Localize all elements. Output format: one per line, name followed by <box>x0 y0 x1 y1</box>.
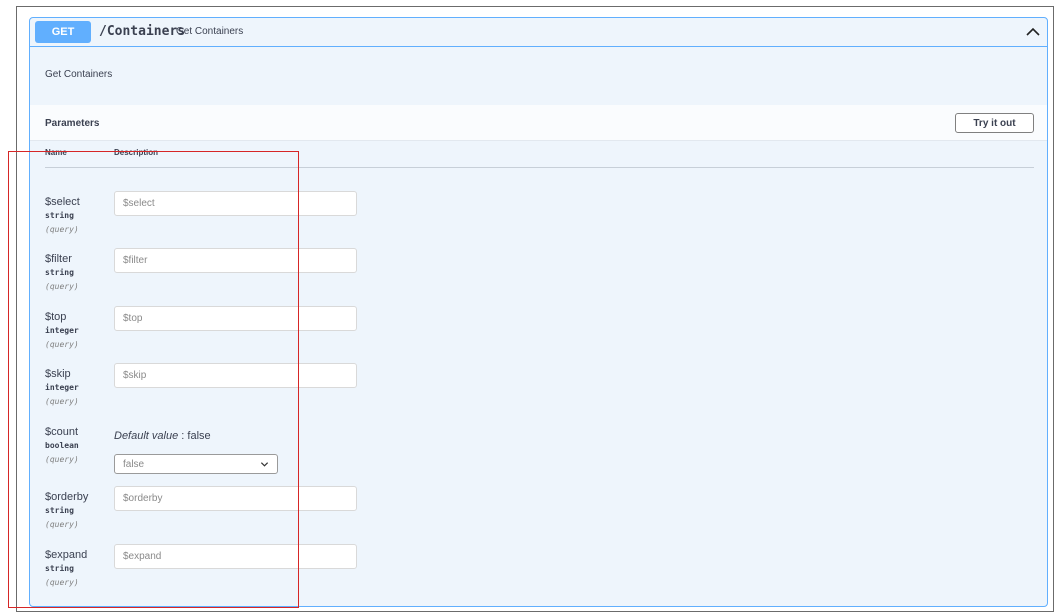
parameters-header: Parameters Try it out <box>30 105 1047 141</box>
header-divider <box>45 167 1034 168</box>
param-row-expand: $expand string (query) <box>45 544 1045 601</box>
param-row-select: $select string (query) <box>45 191 1045 248</box>
param-type: string <box>45 211 74 220</box>
default-value-label: Default value <box>114 430 179 442</box>
default-value-text: Default value : false <box>114 430 211 442</box>
param-type: boolean <box>45 441 79 450</box>
param-row-skip: $skip integer (query) <box>45 363 1045 420</box>
param-location: (query) <box>45 397 79 406</box>
param-location: (query) <box>45 520 79 529</box>
top-input[interactable] <box>114 306 357 331</box>
param-type: integer <box>45 326 79 335</box>
param-name: $orderby <box>45 491 89 503</box>
select-input[interactable] <box>114 191 357 216</box>
param-name: $top <box>45 311 67 323</box>
operation-summary[interactable]: GET /Containers Get Containers <box>30 18 1047 47</box>
param-name: $expand <box>45 549 88 561</box>
param-row-count: $count boolean (query) Default value : f… <box>45 426 1045 486</box>
chevron-up-icon[interactable] <box>1025 24 1041 40</box>
operation-description: Get Containers <box>45 69 113 80</box>
operation-path: /Containers <box>99 24 186 39</box>
expand-input[interactable] <box>114 544 357 569</box>
param-name: $select <box>45 196 80 208</box>
param-type: string <box>45 506 74 515</box>
param-type: string <box>45 564 74 573</box>
param-type: string <box>45 268 74 277</box>
try-it-out-button[interactable]: Try it out <box>955 113 1034 133</box>
param-location: (query) <box>45 225 79 234</box>
orderby-input[interactable] <box>114 486 357 511</box>
param-type: integer <box>45 383 79 392</box>
param-location: (query) <box>45 578 79 587</box>
param-location: (query) <box>45 340 79 349</box>
operation-summary-text: Get Containers <box>176 26 244 37</box>
default-value: : false <box>181 430 211 442</box>
param-row-top: $top integer (query) <box>45 306 1045 363</box>
chevron-down-icon <box>260 462 269 467</box>
filter-input[interactable] <box>114 248 357 273</box>
param-row-filter: $filter string (query) <box>45 248 1045 305</box>
method-badge: GET <box>35 21 91 43</box>
param-location: (query) <box>45 455 79 464</box>
param-name: $count <box>45 426 79 438</box>
param-name: $skip <box>45 368 71 380</box>
column-header-description: Description <box>114 148 159 157</box>
param-row-orderby: $orderby string (query) <box>45 486 1045 543</box>
column-header-name: Name <box>45 148 67 157</box>
skip-input[interactable] <box>114 363 357 388</box>
count-select[interactable]: false <box>114 454 278 474</box>
param-location: (query) <box>45 282 79 291</box>
count-select-value: false <box>123 459 145 470</box>
parameters-title: Parameters <box>45 118 100 129</box>
param-name: $filter <box>45 253 72 265</box>
